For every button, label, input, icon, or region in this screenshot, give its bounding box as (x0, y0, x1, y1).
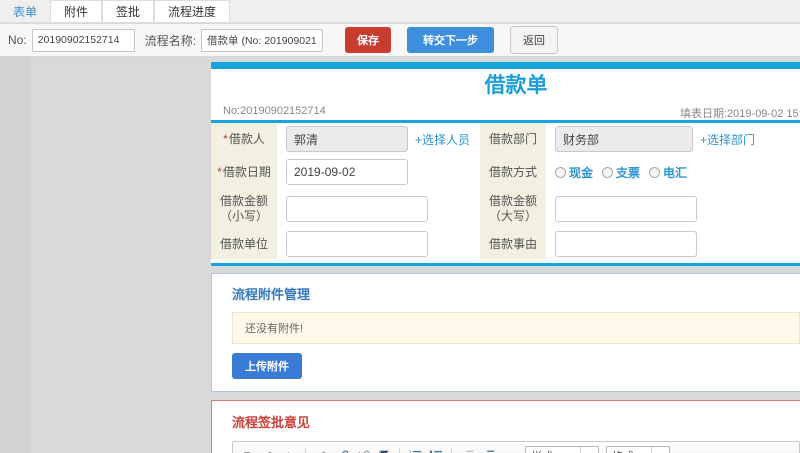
left-rail (0, 57, 30, 453)
radio-icon[interactable] (602, 166, 614, 178)
loan-reason-label: 借款事由 (480, 229, 546, 259)
attachments-title: 流程附件管理 (232, 287, 311, 302)
indent-icon[interactable] (479, 447, 497, 453)
tab-form[interactable]: 表单 (0, 0, 50, 22)
page-title: 借款单 (484, 74, 548, 97)
next-step-button[interactable]: 转交下一步 (407, 27, 495, 53)
loan-unit-label: 借款单位 (211, 229, 277, 259)
borrower-cell: +选择人员 (277, 123, 480, 155)
loan-reason-input[interactable] (555, 231, 697, 257)
approval-title: 流程签批意见 (232, 415, 311, 430)
approval-panel: 流程签批意见 B I abc (211, 400, 800, 453)
back-button[interactable]: 返回 (510, 26, 559, 54)
borrower-label: *借款人 (211, 123, 277, 155)
loan-method-label: 借款方式 (480, 155, 546, 189)
process-name-label: 流程名称: (144, 33, 197, 48)
amount-upper-cell (546, 189, 800, 229)
content-column: 借款单 No:20190902152714 填表日期:2019-09-02 15… (211, 62, 800, 453)
no-label: No: (8, 33, 27, 47)
link-icon[interactable] (333, 447, 351, 453)
department-input[interactable] (555, 126, 693, 152)
amount-upper-label: 借款金额（大写） (480, 189, 546, 229)
form-fill-date: 填表日期:2019-09-02 15:27:1 (680, 108, 800, 120)
loan-reason-cell (546, 229, 800, 259)
tab-attachments[interactable]: 附件 (50, 0, 103, 22)
save-button[interactable]: 保存 (345, 27, 392, 53)
styles-dropdown[interactable]: 样式 ▼ (525, 445, 599, 453)
no-input[interactable] (31, 28, 135, 52)
borrower-input[interactable] (286, 126, 408, 152)
italic-button[interactable]: I (260, 447, 278, 453)
numbered-list-icon[interactable]: 123 (406, 447, 424, 453)
svg-text:1: 1 (409, 449, 412, 453)
process-name-input[interactable] (201, 28, 324, 52)
tab-process-progress[interactable]: 流程进度 (154, 0, 231, 22)
select-department-link[interactable]: +选择部门 (700, 131, 755, 148)
department-cell: +选择部门 (546, 123, 800, 155)
toolbar-separator (451, 448, 452, 453)
required-mark: * (223, 131, 228, 146)
toolbar-separator (305, 448, 306, 453)
strikethrough-button[interactable]: abc (281, 447, 299, 453)
outdent-icon[interactable] (458, 447, 476, 453)
loan-date-input[interactable] (286, 159, 408, 185)
radio-icon[interactable] (649, 166, 661, 178)
loan-unit-input[interactable] (286, 231, 428, 257)
chevron-down-icon: ▼ (651, 446, 664, 453)
attachments-empty-message: 还没有附件! (232, 312, 800, 344)
form-number: No:20190902152714 (223, 105, 326, 117)
remove-format-icon[interactable] (312, 447, 330, 453)
loan-form-panel: 借款单 No:20190902152714 填表日期:2019-09-02 15… (211, 62, 800, 266)
chevron-down-icon: ▼ (580, 446, 593, 453)
amount-lower-label: 借款金额（小写） (211, 189, 277, 229)
rich-text-editor: B I abc 123 (232, 441, 800, 453)
panel-top-accent (211, 62, 800, 69)
loan-method-radio-group: 现金 支票 电汇 (555, 164, 687, 181)
tab-approval[interactable]: 签批 (102, 0, 155, 22)
unlink-icon[interactable] (354, 447, 372, 453)
attachments-panel: 流程附件管理 还没有附件! 上传附件 (211, 273, 800, 392)
form-info-row: No:20190902152714 填表日期:2019-09-02 15:27:… (211, 101, 800, 123)
select-person-link[interactable]: +选择人员 (415, 131, 470, 148)
toolbar-separator (399, 448, 400, 453)
radio-icon[interactable] (555, 166, 566, 178)
form-toolbar: No: 流程名称: 保存 转交下一步 返回 (0, 24, 800, 57)
loan-date-label: *借款日期 (211, 155, 277, 189)
loan-method-cell: 现金 支票 电汇 (546, 155, 800, 189)
bulleted-list-icon[interactable] (427, 447, 445, 453)
blockquote-icon[interactable]: ” (500, 447, 518, 453)
bold-button[interactable]: B (239, 447, 257, 453)
required-mark: * (217, 164, 222, 179)
amount-upper-input[interactable] (555, 196, 697, 222)
loan-date-cell (277, 155, 480, 189)
amount-lower-cell (277, 189, 480, 229)
loan-unit-cell (277, 229, 480, 259)
top-tabbar: 表单 附件 签批 流程进度 (0, 0, 800, 23)
editor-toolbar: B I abc 123 (233, 442, 799, 453)
upload-attachment-button[interactable]: 上传附件 (232, 353, 302, 379)
department-label: 借款部门 (480, 123, 546, 155)
radio-cheque[interactable]: 支票 (602, 164, 640, 181)
amount-lower-input[interactable] (286, 196, 428, 222)
radio-wire-transfer[interactable]: 电汇 (649, 164, 687, 181)
loan-form-grid: *借款人 +选择人员 借款部门 +选择部门 *借款日期 借款方式 (211, 123, 800, 263)
format-dropdown[interactable]: 格式 ▼ (606, 445, 670, 453)
radio-cash[interactable]: 现金 (555, 164, 593, 181)
anchor-flag-icon[interactable] (375, 447, 393, 453)
